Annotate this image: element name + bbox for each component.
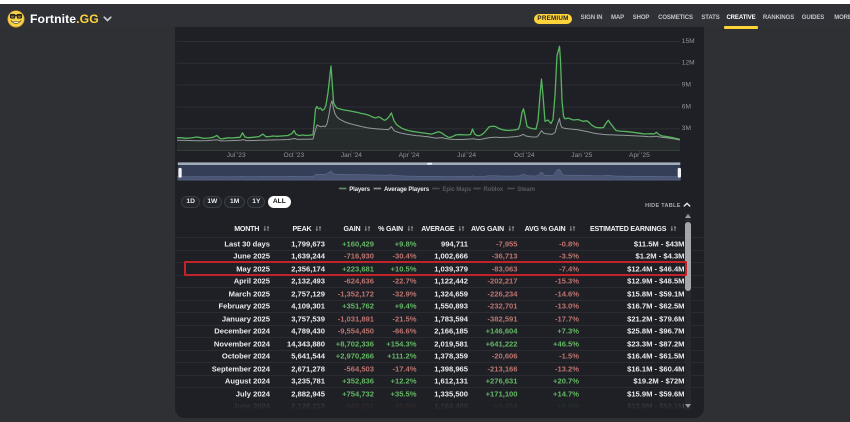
svg-text:Steam: Steam (517, 185, 535, 192)
svg-text:Average Players: Average Players (384, 185, 430, 192)
svg-text:3M: 3M (682, 125, 691, 132)
svg-text:12M: 12M (682, 59, 695, 66)
svg-text:9M: 9M (682, 81, 691, 88)
svg-text:15M: 15M (682, 37, 695, 44)
svg-text:Roblox: Roblox (483, 185, 504, 192)
svg-text:Players: Players (349, 185, 370, 192)
svg-text:6M: 6M (682, 103, 691, 110)
svg-text:Epic Maps: Epic Maps (443, 185, 473, 192)
